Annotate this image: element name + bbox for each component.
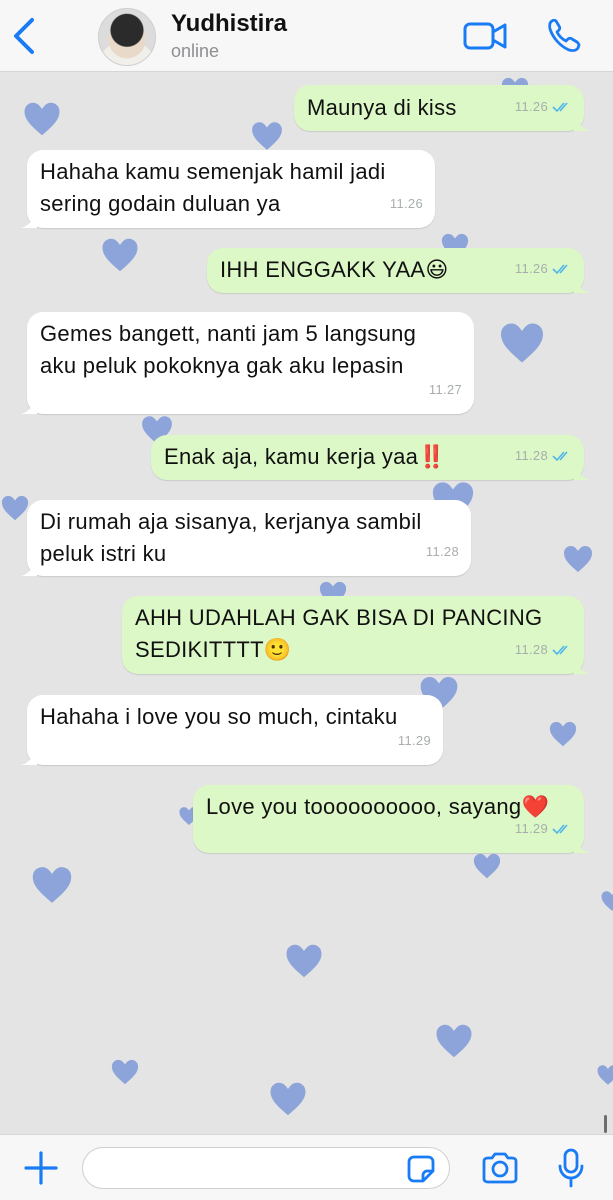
message-meta: 11.26 <box>515 91 572 123</box>
message-text: AHH UDAHLAH GAK BISA DI PANCING SEDIKITT… <box>135 602 570 667</box>
message-bubble-incoming[interactable]: Hahaha i love you so much, cintaku 11.29 <box>21 695 443 765</box>
message-text: Di rumah aja sisanya, kerjanya sambil pe… <box>40 509 422 566</box>
heart-icon <box>286 944 322 978</box>
heart-icon <box>549 721 577 747</box>
heart-icon <box>252 122 282 150</box>
message-meta: 11.29 <box>398 725 431 757</box>
heart-icon <box>270 1082 306 1116</box>
message-bubble-incoming[interactable]: Gemes bangett, nanti jam 5 langsung aku … <box>21 312 474 414</box>
message-time: 11.26 <box>514 261 548 276</box>
heart-icon <box>102 238 138 272</box>
bubble-tail <box>21 560 37 576</box>
heart-icon <box>32 867 72 903</box>
message-bubble-outgoing[interactable]: Love you toooooooooo, sayang❤️ 11.29 <box>193 785 590 853</box>
contact-status: online <box>171 41 220 61</box>
heart-icon <box>601 891 613 911</box>
camera-button[interactable] <box>480 1150 520 1186</box>
heart-icon <box>473 853 501 879</box>
message-time: 11.29 <box>397 733 431 748</box>
bubble-tail <box>574 837 590 853</box>
bubble-tail <box>574 464 590 480</box>
input-bar <box>0 1134 613 1200</box>
message-text: Enak aja, kamu kerja yaa‼️ <box>164 441 570 474</box>
message-text-body: Enak aja, kamu kerja yaa <box>164 444 419 469</box>
sticker-icon <box>407 1155 435 1183</box>
contact-name[interactable]: Yudhistira <box>171 10 287 38</box>
message-text: Gemes bangett, nanti jam 5 langsung aku … <box>40 321 417 378</box>
message-bubble-outgoing[interactable]: IHH ENGGAKK YAA😃 11.26 <box>207 248 590 293</box>
message-bubble-incoming[interactable]: Hahaha kamu semenjak hamil jadi sering g… <box>21 150 435 228</box>
sticker-button[interactable] <box>405 1153 437 1185</box>
double-check-icon <box>552 451 568 462</box>
chat-header: Yudhistira online <box>0 0 613 72</box>
message-meta: 11.28 <box>515 634 572 666</box>
phone-icon <box>548 18 581 52</box>
message-text-body: Love you toooooooooo, sayang <box>206 794 522 819</box>
message-time: 11.29 <box>514 821 548 836</box>
back-button[interactable] <box>10 16 40 56</box>
bubble-tail <box>21 398 37 414</box>
message-meta: 11.28 <box>426 536 459 568</box>
heart-icon <box>436 1024 472 1058</box>
emoji: ‼️ <box>418 445 446 470</box>
message-meta: 11.27 <box>429 374 462 406</box>
message-text: Hahaha i love you so much, cintaku <box>40 704 398 729</box>
microphone-button[interactable] <box>555 1147 587 1189</box>
message-time: 11.26 <box>389 196 423 211</box>
heart-icon <box>1 495 29 521</box>
video-call-button[interactable] <box>462 18 508 54</box>
heart-icon <box>564 546 592 572</box>
message-text: Hahaha kamu semenjak hamil jadi sering g… <box>40 159 386 216</box>
plus-icon <box>24 1151 58 1185</box>
message-text-body: IHH ENGGAKK YAA <box>220 257 426 282</box>
bubble-tail <box>21 212 37 228</box>
bubble-tail <box>574 658 590 674</box>
message-bubble-outgoing[interactable]: Enak aja, kamu kerja yaa‼️ 11.28 <box>151 435 590 480</box>
message-meta: 11.29 <box>515 813 572 845</box>
message-meta: 11.28 <box>515 440 572 472</box>
bubble-tail <box>574 277 590 293</box>
attach-button[interactable] <box>22 1149 60 1187</box>
message-time: 11.28 <box>514 642 548 657</box>
heart-icon <box>597 1065 613 1085</box>
message-meta: 11.26 <box>515 253 572 285</box>
message-bubble-outgoing[interactable]: AHH UDAHLAH GAK BISA DI PANCING SEDIKITT… <box>122 596 590 674</box>
double-check-icon <box>552 824 568 835</box>
message-text-body: AHH UDAHLAH GAK BISA DI PANCING SEDIKITT… <box>135 605 543 662</box>
message-meta: 11.26 <box>390 188 423 220</box>
back-chevron-icon <box>14 18 34 54</box>
emoji: 😃 <box>425 258 449 283</box>
microphone-icon <box>558 1148 584 1188</box>
scrollbar[interactable] <box>604 1115 607 1133</box>
bubble-tail <box>574 115 590 131</box>
double-check-icon <box>552 102 568 113</box>
contact-avatar[interactable] <box>98 8 156 66</box>
message-input[interactable] <box>82 1147 450 1189</box>
double-check-icon <box>552 645 568 656</box>
heart-icon <box>501 323 543 363</box>
message-time: 11.28 <box>514 448 548 463</box>
chat-area[interactable]: Maunya di kiss 11.26 Hahaha kamu semenja… <box>0 73 613 1134</box>
heart-icon <box>24 102 60 136</box>
bubble-tail <box>21 749 37 765</box>
double-check-icon <box>552 264 568 275</box>
message-bubble-incoming[interactable]: Di rumah aja sisanya, kerjanya sambil pe… <box>21 500 471 576</box>
message-time: 11.27 <box>428 382 462 397</box>
camera-icon <box>482 1152 518 1184</box>
video-camera-icon <box>463 22 507 50</box>
message-time: 11.28 <box>425 544 459 559</box>
emoji: 🙂 <box>263 638 292 663</box>
message-bubble-outgoing[interactable]: Maunya di kiss 11.26 <box>294 85 590 131</box>
heart-icon <box>111 1059 139 1085</box>
message-time: 11.26 <box>514 99 548 114</box>
voice-call-button[interactable] <box>545 16 583 56</box>
